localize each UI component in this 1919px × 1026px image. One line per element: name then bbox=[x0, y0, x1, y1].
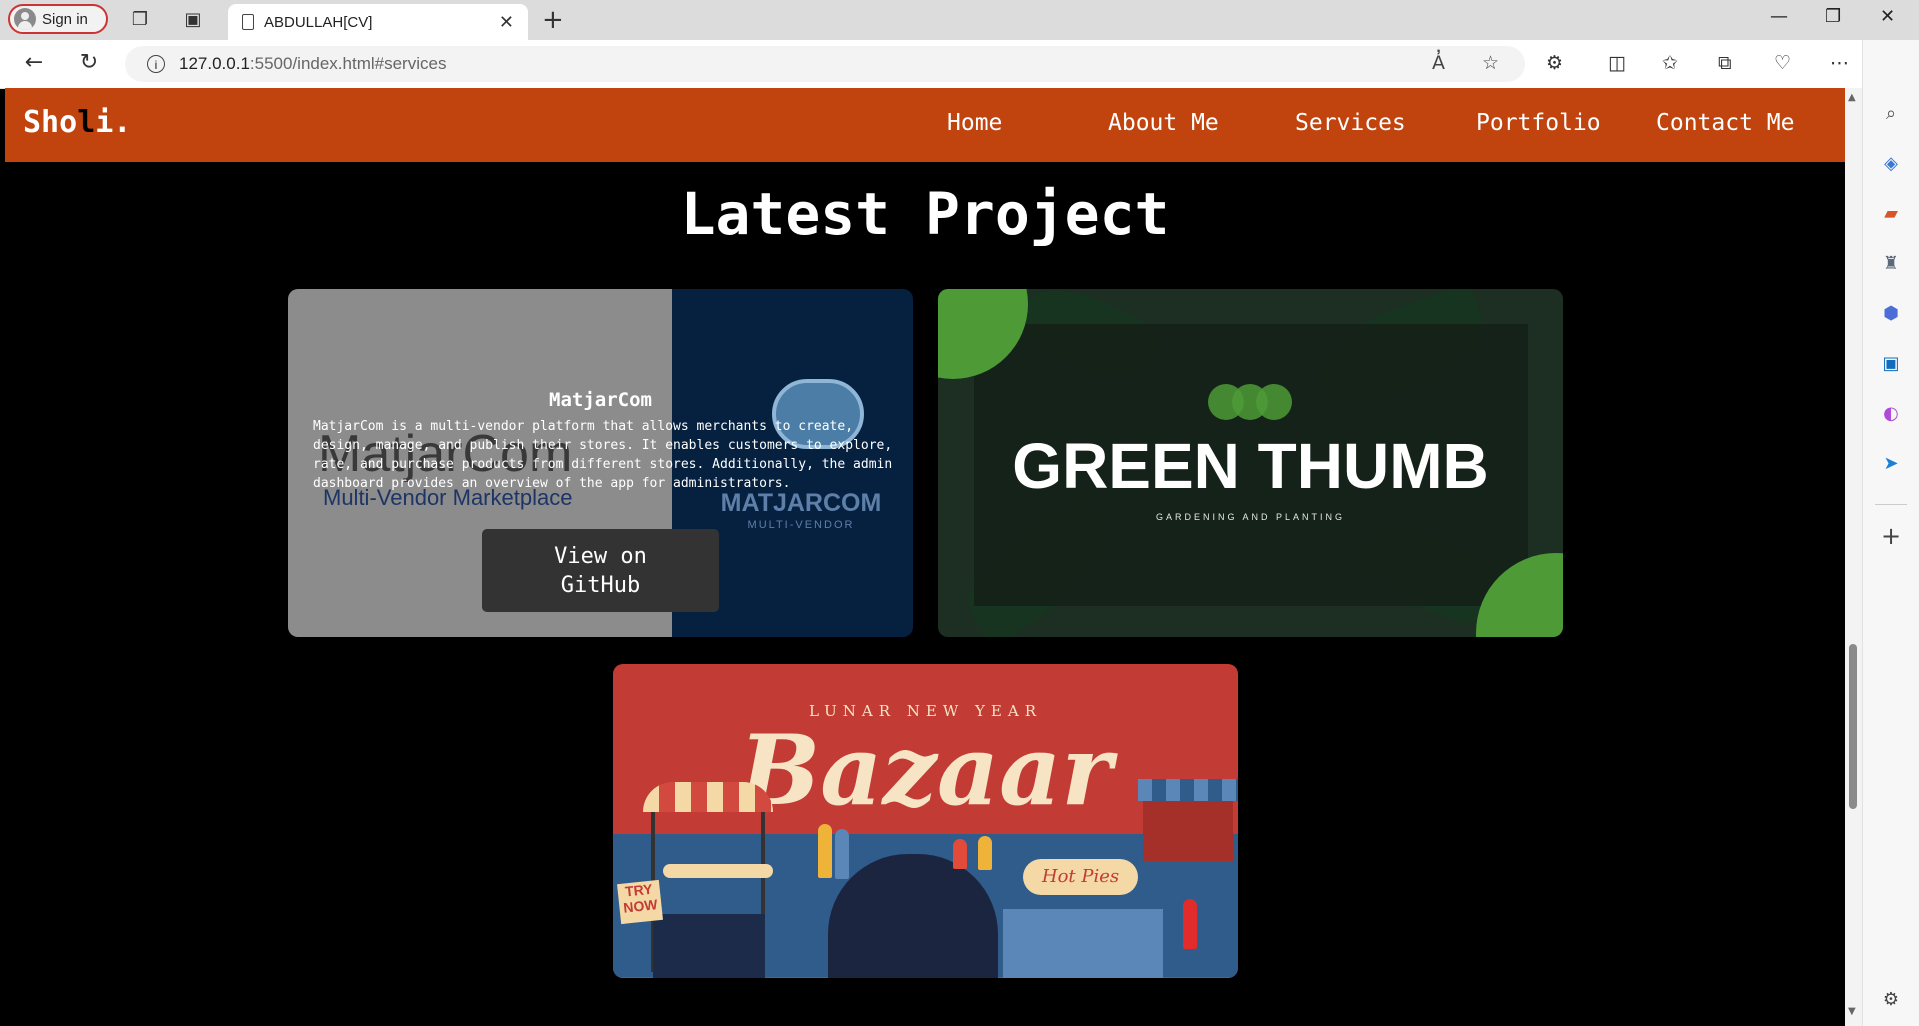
page-scrollbar[interactable]: ▲ ▼ bbox=[1845, 88, 1862, 1026]
view-on-github-button[interactable]: View on GitHub bbox=[482, 529, 719, 612]
address-bar-row: ← ↻ i 127.0.0.1:5500/index.html#services… bbox=[0, 40, 1919, 89]
shopping-tag-icon[interactable]: ◈ bbox=[1879, 152, 1903, 176]
stall-awning-right bbox=[1138, 779, 1238, 801]
person-figure bbox=[978, 836, 992, 870]
project-description: MatjarCom is a multi-vendor platform tha… bbox=[313, 419, 893, 491]
new-tab-button[interactable]: + bbox=[542, 5, 564, 35]
url-field[interactable]: i 127.0.0.1:5500/index.html#services bbox=[125, 46, 1525, 82]
sign-in-button[interactable]: Sign in bbox=[8, 4, 108, 34]
microsoft-365-icon[interactable]: ⬢ bbox=[1879, 302, 1903, 326]
nav-services[interactable]: Services bbox=[1295, 110, 1406, 136]
browser-essentials-icon[interactable]: ♡ bbox=[1774, 52, 1791, 74]
favorites-icon[interactable]: ✩ bbox=[1662, 52, 1678, 74]
avatar-icon bbox=[14, 8, 36, 30]
site-navbar: Sholi. Home About Me Services Portfolio … bbox=[5, 88, 1845, 162]
logo-prefix: Sho bbox=[23, 105, 78, 140]
pie-stall-counter bbox=[1003, 909, 1163, 978]
project-title: MatjarCom bbox=[549, 389, 652, 411]
page-viewport: Sholi. Home About Me Services Portfolio … bbox=[5, 88, 1845, 1026]
sign-in-label: Sign in bbox=[42, 10, 88, 28]
tab-title: ABDULLAH[CV] bbox=[264, 13, 373, 31]
scroll-thumb[interactable] bbox=[1849, 644, 1857, 809]
nav-home[interactable]: Home bbox=[947, 110, 1002, 136]
scroll-up-icon[interactable]: ▲ bbox=[1848, 92, 1856, 103]
tab-active[interactable]: ABDULLAH[CV] ✕ bbox=[228, 4, 528, 40]
person-figure bbox=[1183, 899, 1197, 949]
outlook-icon[interactable]: ▣ bbox=[1879, 352, 1903, 376]
workspaces-icon[interactable]: ❐ bbox=[128, 8, 152, 32]
nav-about[interactable]: About Me bbox=[1108, 110, 1219, 136]
split-screen-icon[interactable]: ◫ bbox=[1608, 52, 1626, 74]
try-now-sign: TRY NOW bbox=[617, 879, 663, 925]
page-icon bbox=[242, 14, 254, 30]
tools-briefcase-icon[interactable]: ▰ bbox=[1879, 202, 1903, 226]
favorite-star-icon[interactable]: ☆ bbox=[1482, 52, 1499, 74]
close-window-button[interactable]: ✕ bbox=[1880, 6, 1895, 27]
stall-sign bbox=[663, 864, 773, 878]
logo-dots-icon bbox=[1208, 384, 1298, 420]
add-icon[interactable]: + bbox=[1879, 524, 1903, 548]
person-figure bbox=[818, 824, 832, 878]
send-icon[interactable]: ➤ bbox=[1879, 452, 1903, 476]
close-tab-icon[interactable]: ✕ bbox=[499, 12, 514, 33]
project-subtitle: GARDENING AND PLANTING bbox=[1155, 512, 1346, 522]
url-path: :5500/index.html#services bbox=[249, 54, 447, 73]
extensions-icon[interactable]: ⚙ bbox=[1546, 52, 1563, 74]
nav-portfolio[interactable]: Portfolio bbox=[1476, 110, 1601, 136]
button-label: View on GitHub bbox=[554, 543, 647, 598]
settings-gear-icon[interactable]: ⚙ bbox=[1879, 988, 1903, 1012]
more-menu-icon[interactable]: ⋯ bbox=[1830, 52, 1849, 74]
browser-sidebar: ⌕ ◈ ▰ ♜ ⬢ ▣ ◐ ➤ + ⚙ bbox=[1862, 40, 1919, 1026]
project-card-green-thumb[interactable]: GREEN THUMB GARDENING AND PLANTING bbox=[938, 289, 1563, 637]
browser-tab-bar: Sign in ❐ ▣ ABDULLAH[CV] ✕ + — ❐ ✕ bbox=[0, 0, 1919, 40]
stall-shelf bbox=[1143, 801, 1233, 861]
refresh-icon[interactable]: ↻ bbox=[75, 50, 103, 75]
url-host: 127.0.0.1 bbox=[179, 54, 250, 73]
scroll-down-icon[interactable]: ▼ bbox=[1848, 1006, 1856, 1017]
person-figure bbox=[835, 829, 849, 879]
back-icon[interactable]: ← bbox=[20, 50, 48, 75]
search-icon[interactable]: ⌕ bbox=[1879, 102, 1903, 126]
stall-counter bbox=[653, 914, 765, 978]
maximize-button[interactable]: ❐ bbox=[1825, 6, 1841, 27]
games-icon[interactable]: ♜ bbox=[1879, 252, 1903, 276]
logo-suffix: i. bbox=[95, 105, 132, 140]
project-card-matjarcom[interactable]: MATJARCOM MULTI-VENDOR MatjarCom Multi-V… bbox=[288, 289, 913, 637]
stall-awning-left bbox=[643, 782, 773, 812]
image-brand-sub: MULTI-VENDOR bbox=[747, 519, 855, 531]
minimize-button[interactable]: — bbox=[1770, 6, 1788, 27]
site-info-icon[interactable]: i bbox=[147, 55, 165, 73]
site-logo[interactable]: Sholi. bbox=[23, 105, 131, 140]
read-aloud-icon[interactable]: A̓ bbox=[1432, 52, 1445, 74]
section-title: Latest Project bbox=[680, 180, 1170, 248]
sidebar-divider bbox=[1875, 504, 1907, 505]
designer-icon[interactable]: ◐ bbox=[1879, 402, 1903, 426]
tab-actions-icon[interactable]: ▣ bbox=[181, 8, 205, 32]
project-card-bazaar[interactable]: LUNAR NEW YEAR Bazaar TRY NOW Hot Pies bbox=[613, 664, 1238, 978]
collections-icon[interactable]: ⧉ bbox=[1718, 52, 1732, 74]
image-brand: MATJARCOM bbox=[720, 489, 882, 517]
logo-accent-letter: l bbox=[77, 105, 96, 140]
person-figure bbox=[953, 839, 967, 869]
hot-pies-sign: Hot Pies bbox=[1023, 859, 1138, 895]
project-title: GREEN THUMB bbox=[1012, 430, 1489, 502]
nav-contact[interactable]: Contact Me bbox=[1656, 110, 1794, 136]
